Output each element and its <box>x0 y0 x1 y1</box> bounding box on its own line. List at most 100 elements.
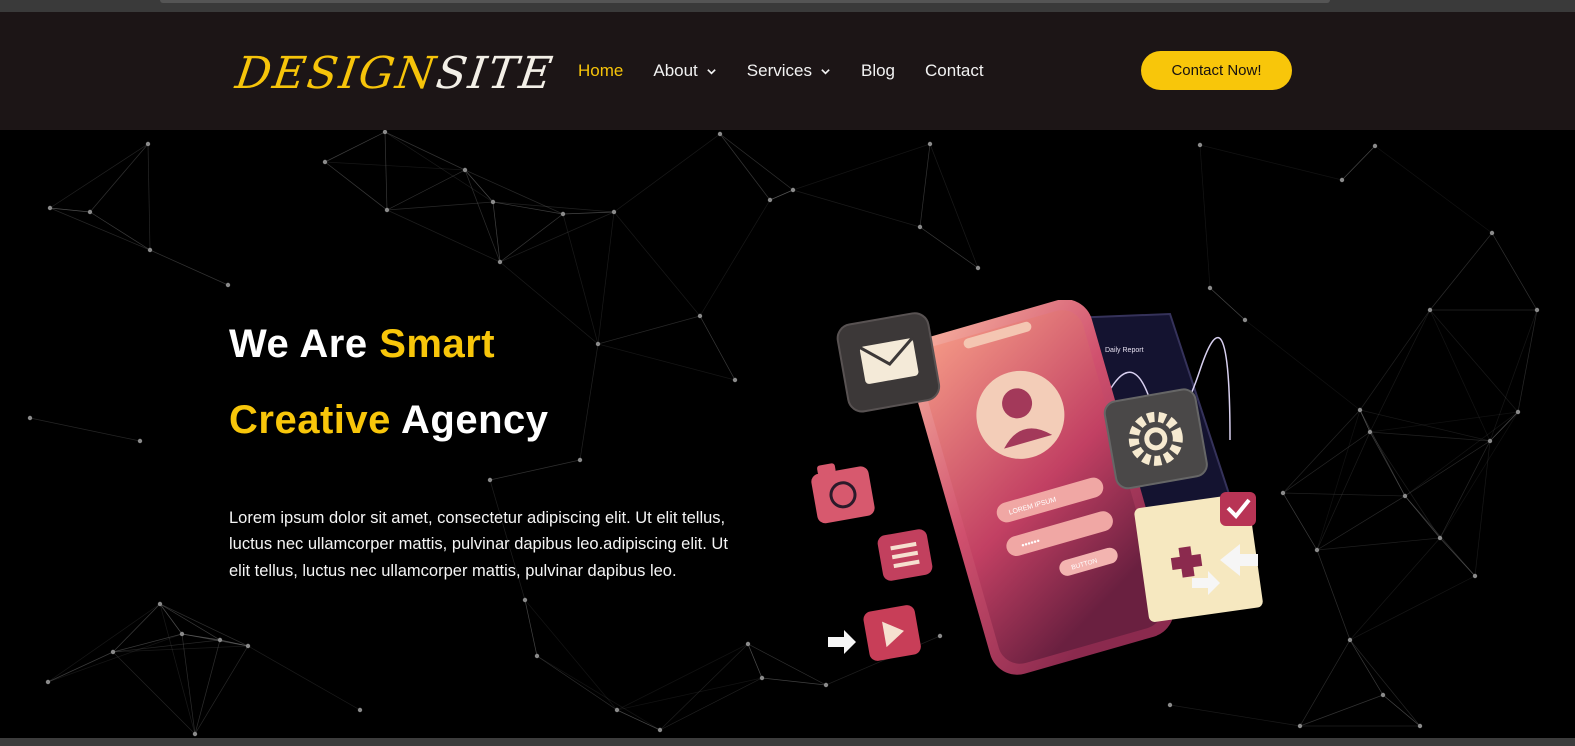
network-line <box>1429 232 1493 311</box>
nav-item-home[interactable]: Home <box>578 61 623 81</box>
network-node <box>179 631 185 637</box>
network-line <box>499 261 599 345</box>
network-line <box>49 207 91 213</box>
network-node <box>1534 307 1540 313</box>
network-node <box>1314 547 1320 553</box>
network-line <box>1491 232 1538 311</box>
network-line <box>1316 431 1371 551</box>
network-line <box>1349 537 1441 641</box>
nav-item-label: Services <box>746 61 812 80</box>
network-line <box>384 131 388 211</box>
check-icon <box>1220 492 1256 526</box>
network-node <box>1472 573 1478 579</box>
network-line <box>386 201 494 211</box>
network-node <box>110 649 116 655</box>
network-node <box>975 265 981 271</box>
network-node <box>927 141 933 147</box>
network-node <box>490 199 496 205</box>
nav-item-blog[interactable]: Blog <box>861 61 895 81</box>
nav-item-contact[interactable]: Contact <box>925 61 984 81</box>
network-node <box>1372 143 1378 149</box>
network-line <box>47 603 161 683</box>
network-line <box>324 161 388 211</box>
network-line <box>579 343 599 461</box>
network-line <box>1439 537 1476 577</box>
network-node <box>1380 692 1386 698</box>
network-node <box>1347 637 1353 643</box>
network-line <box>464 169 494 203</box>
network-line <box>1517 309 1538 413</box>
network-node <box>717 131 723 137</box>
network-line <box>1404 440 1491 497</box>
network-node <box>611 209 617 215</box>
network-line <box>47 633 183 683</box>
network-node <box>790 187 796 193</box>
network-line <box>1359 409 1406 497</box>
network-node <box>657 727 663 733</box>
network-node <box>1197 142 1203 148</box>
logo-part-design: DESIGN <box>232 48 441 99</box>
network-line <box>1282 492 1318 551</box>
network-node <box>745 641 751 647</box>
network-node <box>497 259 503 265</box>
network-line <box>1316 409 1361 551</box>
network-line <box>384 131 466 171</box>
network-line <box>613 133 721 213</box>
network-line <box>464 169 564 215</box>
nav-item-services[interactable]: Services <box>747 61 831 81</box>
network-line <box>659 677 763 731</box>
network-line <box>792 143 931 191</box>
site-logo[interactable]: DESIGNSITE <box>232 44 558 104</box>
network-line <box>597 315 701 345</box>
nav-item-about[interactable]: About <box>653 61 716 81</box>
network-node <box>322 159 328 165</box>
network-node <box>147 247 153 253</box>
network-node <box>767 197 773 203</box>
network-line <box>659 643 749 731</box>
network-node <box>577 457 583 463</box>
network-line <box>536 655 661 731</box>
network-line <box>159 603 221 641</box>
network-line <box>112 651 196 735</box>
nav-item-label: Home <box>578 61 624 80</box>
network-line <box>29 417 141 442</box>
network-node <box>217 637 223 643</box>
network-line <box>792 189 921 228</box>
network-line <box>489 459 581 481</box>
network-node <box>1417 723 1423 729</box>
network-node <box>1167 702 1173 708</box>
site-header: DESIGNSITE Home About Services Blog Cont… <box>0 12 1575 130</box>
logo-part-site: SITE <box>433 48 558 99</box>
contact-now-button[interactable]: Contact Now! <box>1141 51 1292 90</box>
network-node <box>225 282 231 288</box>
network-line <box>149 249 229 286</box>
browser-top-strip <box>0 0 1575 12</box>
network-line <box>147 143 151 251</box>
network-line <box>194 645 249 735</box>
network-line <box>919 226 979 269</box>
network-node <box>759 675 765 681</box>
network-node <box>487 477 493 483</box>
network-node <box>137 438 143 444</box>
hero-title-highlight: Creative <box>229 398 391 442</box>
hero-title-line1: We Are Smart <box>229 322 495 367</box>
network-node <box>1437 535 1443 541</box>
network-line <box>159 603 249 647</box>
gear-icon <box>1103 388 1208 490</box>
list-icon <box>877 529 933 581</box>
network-line <box>1199 144 1211 289</box>
network-line <box>1439 411 1519 539</box>
network-node <box>462 167 468 173</box>
network-node <box>1487 438 1493 444</box>
mail-icon <box>836 312 941 413</box>
network-line <box>616 677 763 711</box>
network-line <box>536 655 618 711</box>
network-line <box>1316 549 1351 641</box>
network-line <box>324 161 466 171</box>
main-menu: Home About Services Blog Contact <box>578 59 1014 83</box>
network-line <box>1199 144 1343 181</box>
network-line <box>194 639 221 735</box>
bottom-strip <box>0 738 1575 746</box>
network-line <box>159 603 183 635</box>
network-line <box>1489 309 1538 442</box>
